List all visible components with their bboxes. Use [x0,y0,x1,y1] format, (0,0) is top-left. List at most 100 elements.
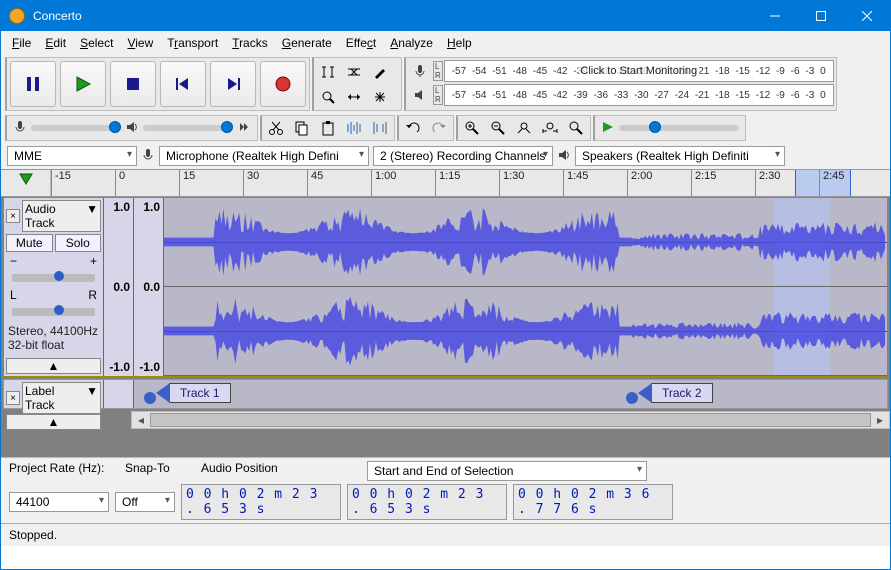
scroll-right-button[interactable]: ▸ [871,413,889,427]
menu-effect[interactable]: Effect [339,33,383,53]
status-bar: Stopped. [1,523,890,546]
pan-right-label: R [88,288,97,302]
menu-select[interactable]: Select [73,33,120,53]
zoom-out-button[interactable] [485,117,511,139]
project-rate-combo[interactable]: 44100 [9,492,109,512]
speaker-meter-icon[interactable] [407,84,433,106]
paste-button[interactable] [315,117,341,139]
vertical-scale: 1.00.0-1.0 [104,198,134,376]
selection-start-field[interactable]: 0 0 h 0 2 m 2 3 . 6 5 3 s [347,484,507,520]
envelope-tool[interactable] [341,61,367,83]
horizontal-scrollbar[interactable]: ◂ ▸ [131,411,890,429]
draw-tool[interactable] [367,61,393,83]
start-monitoring-label[interactable]: Click to Start Monitoring [578,65,699,77]
device-toolbar: MME Microphone (Realtek High Defini 2 (S… [1,143,890,169]
copy-button[interactable] [289,117,315,139]
menu-file[interactable]: File [5,33,38,53]
play-button[interactable] [60,61,106,107]
stop-button[interactable] [110,61,156,107]
timeline[interactable]: -1501530451:001:151:301:452:002:152:302:… [1,169,890,197]
maximize-button[interactable] [798,1,844,31]
zoom-in-button[interactable] [459,117,485,139]
snap-to-label: Snap-To [125,461,195,481]
waveform-area[interactable] [164,198,887,376]
playhead-icon[interactable] [1,170,51,196]
mute-button[interactable]: Mute [6,234,53,252]
undo-button[interactable] [400,117,426,139]
window-title: Concerto [33,9,752,23]
pan-slider[interactable] [12,308,95,316]
scroll-left-button[interactable]: ◂ [132,413,150,427]
audio-track: × Audio Track▼ Mute Solo −+ LR Stereo, 4… [3,197,888,377]
gain-slider[interactable] [12,274,95,282]
tracks-area: × Audio Track▼ Mute Solo −+ LR Stereo, 4… [1,197,890,457]
snap-to-combo[interactable]: Off [115,492,175,512]
menu-transport[interactable]: Transport [160,33,225,53]
recording-volume-slider[interactable] [31,125,121,131]
gain-plus-icon: + [90,254,97,268]
solo-button[interactable]: Solo [55,234,102,252]
playback-meter[interactable]: -57-54-51-48-45-42-39-36-33-30-27-24-21-… [444,84,834,106]
play-speed-slider[interactable] [619,125,739,131]
mixer-group [5,115,258,141]
track-close-button[interactable]: × [6,209,20,223]
menu-generate[interactable]: Generate [275,33,339,53]
menu-view[interactable]: View [120,33,160,53]
channels-combo[interactable]: 2 (Stereo) Recording Channels [373,146,553,166]
menu-edit[interactable]: Edit [38,33,73,53]
pause-button[interactable] [10,61,56,107]
redo-button[interactable] [426,117,452,139]
input-device-combo[interactable]: Microphone (Realtek High Defini [159,146,369,166]
track-format-label: Stereo, 44100Hz32-bit float [6,322,101,354]
zoom-tool[interactable] [315,86,341,108]
status-text: Stopped. [9,528,57,542]
fit-selection-button[interactable] [511,117,537,139]
silence-button[interactable] [367,117,393,139]
transport-group [5,57,310,111]
timeshift-tool[interactable] [341,86,367,108]
audio-host-combo[interactable]: MME [7,146,137,166]
skip-start-button[interactable] [160,61,206,107]
mic-meter-icon[interactable] [407,60,433,82]
playback-volume-slider[interactable] [143,125,233,131]
audio-position-label: Audio Position [201,461,361,481]
menu-analyze[interactable]: Analyze [383,33,440,53]
toolbar-top: LR -57-54-51-48-45-42-39-36-33-30-27-24-… [1,55,890,113]
menu-help[interactable]: Help [440,33,479,53]
label-marker[interactable]: Track 2 [626,383,713,403]
play-speed-icon[interactable] [601,120,615,137]
vertical-scale: 1.00.0-1.0 [134,198,164,376]
pan-left-label: L [10,288,17,302]
selection-end-field[interactable]: 0 0 h 0 2 m 3 6 . 7 7 6 s [513,484,673,520]
label-track-close-button[interactable]: × [6,391,20,405]
fit-project-button[interactable] [537,117,563,139]
zoom-toggle-button[interactable] [563,117,589,139]
minimize-button[interactable] [752,1,798,31]
audio-position-field[interactable]: 0 0 h 0 2 m 2 3 . 6 5 3 s [181,484,341,520]
time-ruler[interactable]: -1501530451:001:151:301:452:002:152:302:… [51,170,890,196]
label-track-collapse-button[interactable]: ▲ [6,414,101,430]
record-button[interactable] [260,61,306,107]
selection-tool[interactable] [315,61,341,83]
toolbar-second [1,113,890,143]
multi-tool[interactable] [367,86,393,108]
cut-button[interactable] [263,117,289,139]
label-lane[interactable]: Track 1 Track 2 [134,380,887,408]
label-track-menu-dropdown[interactable]: Label Track▼ [22,382,101,414]
close-button[interactable] [844,1,890,31]
selection-format-combo[interactable]: Start and End of Selection [367,461,647,481]
track-menu-dropdown[interactable]: Audio Track▼ [22,200,101,232]
track-collapse-button[interactable]: ▲ [6,358,101,374]
menubar: File Edit Select View Transport Tracks G… [1,31,890,55]
speaker-icon [125,120,139,137]
project-rate-label: Project Rate (Hz): [9,461,119,481]
trim-button[interactable] [341,117,367,139]
label-track: × Label Track▼ ▲ Track 1 Track 2 [3,379,888,409]
recording-meter[interactable]: -57-54-51-48-45-42-39-36-33-30-27-24-21-… [444,60,834,82]
menu-tracks[interactable]: Tracks [225,33,275,53]
output-device-combo[interactable]: Speakers (Realtek High Definiti [575,146,785,166]
skip-end-button[interactable] [210,61,256,107]
tool-palette [312,57,402,111]
label-marker[interactable]: Track 1 [144,383,231,403]
app-logo-icon [9,8,25,24]
